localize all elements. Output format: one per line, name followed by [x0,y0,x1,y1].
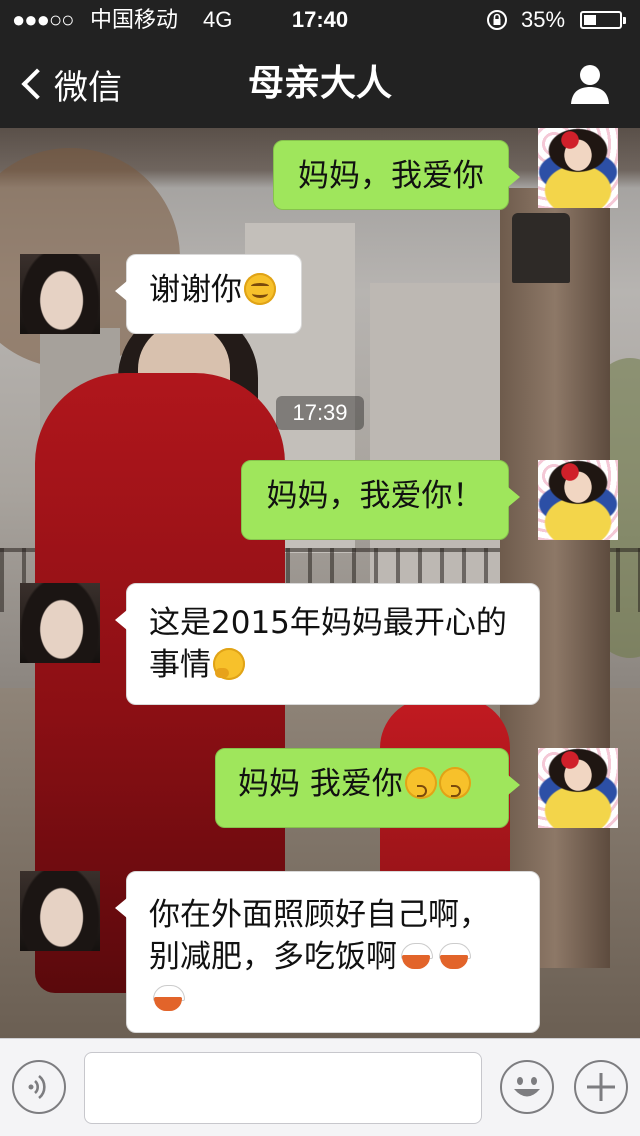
plus-icon [587,1073,615,1101]
status-bar: ●●●○○ 中国移动 4G 17:40 35% [0,0,640,40]
battery-level-fill [584,15,596,25]
message-bubble-incoming[interactable]: 你在外面照顾好自己啊， 别减肥，多吃饭啊 [115,871,540,1033]
battery-icon [580,11,626,29]
message-bubble-incoming[interactable]: 这是2015年妈妈最开心的 事情 [115,583,540,705]
message-text: 妈妈，我爱你 [298,158,484,194]
battery-percent: 35% [521,7,566,32]
mom-avatar[interactable] [20,583,100,663]
back-button[interactable]: 微信 [16,40,122,128]
chevron-left-icon [21,68,53,100]
my-avatar[interactable] [538,128,618,208]
rice-bowl-emoji-icon [437,941,473,971]
mom-avatar[interactable] [20,871,100,951]
mom-avatar[interactable] [20,254,100,334]
kissing-emoji-icon [438,767,471,799]
message-text-line: 事情 [149,647,211,683]
input-bar [0,1038,640,1136]
message-text-line: 你在外面照顾好自己啊， [149,897,490,933]
message-text: 谢谢你 [149,272,242,308]
my-avatar[interactable] [538,748,618,828]
plus-button[interactable] [574,1060,628,1114]
thinking-emoji-icon [213,648,245,680]
emoji-face-icon [514,1077,540,1097]
timestamp-label: 17:39 [276,396,364,430]
message-text: 妈妈 我爱你 [238,766,403,802]
my-avatar[interactable] [538,460,618,540]
message-list[interactable]: 妈妈，我爱你 谢谢你 17:39 妈妈，我爱你！ 这是2015年妈妈最开心的 事… [0,128,640,1038]
message-text-line: 这是2015年妈妈最开心的 [149,605,507,641]
rotation-lock-icon [486,9,508,31]
rice-bowl-emoji-icon [151,983,187,1013]
emoji-button[interactable] [500,1060,554,1114]
back-label: 微信 [54,67,122,108]
message-bubble-outgoing[interactable]: 妈妈 我爱你 [215,748,520,828]
nav-bar: 微信 母亲大人 [0,40,640,128]
message-input[interactable] [84,1052,482,1124]
message-text-line: 别减肥，多吃饭啊 [149,939,397,975]
message-text: 妈妈，我爱你！ [266,478,484,514]
message-bubble-outgoing[interactable]: 妈妈，我爱你！ [241,460,520,540]
voice-icon [28,1074,46,1100]
message-bubble-outgoing[interactable]: 妈妈，我爱你 [273,140,520,210]
rice-bowl-emoji-icon [399,941,435,971]
kissing-emoji-icon [404,767,437,799]
person-icon[interactable] [566,60,614,108]
message-bubble-incoming[interactable]: 谢谢你 [115,254,302,334]
smile-emoji-icon [244,273,276,305]
voice-button[interactable] [12,1060,66,1114]
